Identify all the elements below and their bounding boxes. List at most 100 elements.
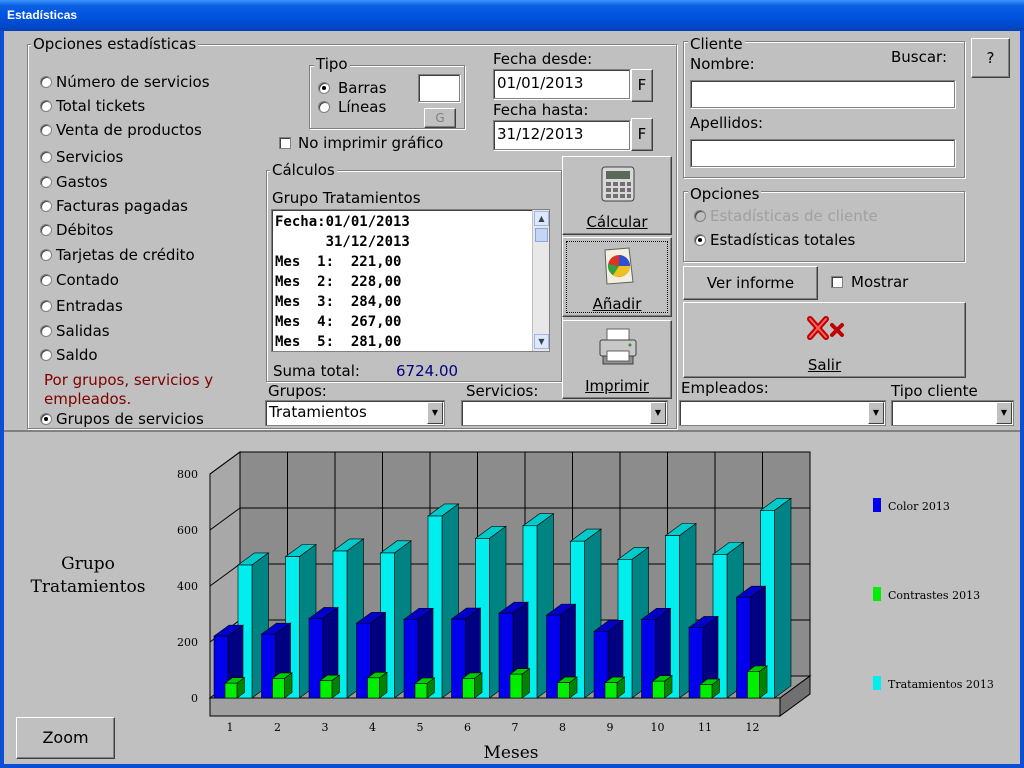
x-axis-label: Meses: [484, 743, 539, 763]
option-item[interactable]: Salidas: [38, 322, 258, 340]
option-radio[interactable]: [40, 200, 52, 212]
chart-base-front: [209, 697, 781, 717]
salir-button[interactable]: Salir: [683, 302, 966, 378]
option-item[interactable]: Número de servicios: [38, 73, 258, 91]
option-radio[interactable]: [40, 100, 52, 112]
calculos-group-title: Grupo Tratamientos: [272, 189, 421, 207]
option-radio[interactable]: [40, 325, 52, 337]
scroll-down-icon[interactable]: ▼: [534, 334, 549, 349]
imprimir-button[interactable]: Imprimir: [562, 320, 672, 399]
option-radio[interactable]: [40, 224, 52, 236]
option-item[interactable]: Tarjetas de crédito: [38, 246, 258, 264]
option-label: Total tickets: [56, 97, 146, 115]
radio-grupos-servicios[interactable]: [40, 413, 52, 425]
option-radio[interactable]: [40, 300, 52, 312]
option-item[interactable]: Saldo: [38, 346, 258, 364]
option-radio[interactable]: [40, 274, 52, 286]
option-item[interactable]: Entradas: [38, 297, 258, 315]
option-item[interactable]: Débitos: [38, 221, 258, 239]
bar: [747, 671, 760, 699]
bar: [557, 682, 570, 699]
calcular-button[interactable]: Cálcular: [562, 156, 672, 235]
x-tick-label: 10: [651, 721, 665, 734]
bar-side: [521, 668, 530, 699]
empleados-select[interactable]: ▼: [679, 400, 886, 426]
legend-swatch: [873, 676, 881, 690]
x-tick-label: 1: [227, 721, 234, 734]
option-item[interactable]: Venta de productos: [38, 121, 258, 139]
option-item[interactable]: Contado: [38, 271, 258, 289]
option-label: Saldo: [56, 346, 98, 364]
option-radio[interactable]: [40, 124, 52, 136]
option-radio[interactable]: [40, 176, 52, 188]
bar: [414, 683, 428, 699]
grupos-dropdown-icon[interactable]: ▼: [427, 402, 443, 424]
y-tick-label: 200: [177, 636, 198, 649]
legend-swatch: [873, 498, 881, 512]
servicios-select[interactable]: ▼: [461, 400, 668, 426]
scroll-thumb[interactable]: [535, 228, 548, 242]
zoom-button[interactable]: Zoom: [16, 717, 115, 759]
bar-side: [774, 497, 792, 699]
y-tick-label: 800: [177, 468, 198, 481]
help-button[interactable]: ?: [971, 38, 1010, 78]
tipo-cliente-select[interactable]: ▼: [891, 400, 1014, 426]
no-print-checkbox[interactable]: [279, 137, 291, 149]
option-radio[interactable]: [40, 76, 52, 88]
y-tick-label: 600: [177, 524, 198, 537]
color-field[interactable]: [418, 74, 460, 102]
window-border-bottom: [0, 764, 1024, 768]
x-tick-label: 9: [607, 721, 614, 734]
date-to-field[interactable]: 31/12/2013: [493, 120, 630, 150]
mostrar-checkbox[interactable]: [831, 276, 843, 288]
memo-line: Mes 5: 281,00: [275, 334, 402, 350]
apellidos-field[interactable]: [690, 139, 955, 167]
mostrar-label: Mostrar: [851, 273, 909, 291]
tipo-cliente-dropdown-icon[interactable]: ▼: [996, 402, 1012, 424]
calculos-memo[interactable]: Fecha:01/01/2013 31/12/2013 Mes 1: 221,00…: [271, 209, 550, 352]
radio-estadisticas-cliente-label: Estadísticas de cliente: [710, 207, 878, 225]
option-item[interactable]: Gastos: [38, 173, 258, 191]
servicios-dropdown-icon[interactable]: ▼: [650, 402, 666, 424]
option-label: Contado: [56, 271, 119, 289]
window-title: Estadísticas: [7, 8, 78, 22]
salir-label: Salir: [807, 356, 842, 374]
y-tick-label: 400: [177, 580, 198, 593]
memo-line: Fecha:01/01/2013: [275, 214, 410, 230]
bar: [272, 678, 285, 699]
legend-swatch: [873, 587, 881, 601]
option-radio[interactable]: [40, 151, 52, 163]
anadir-button[interactable]: Añadir: [562, 237, 672, 317]
option-label: Número de servicios: [56, 73, 210, 91]
date-to-picker-button[interactable]: F: [631, 118, 653, 151]
servicios-label: Servicios:: [466, 382, 539, 400]
option-radio[interactable]: [40, 249, 52, 261]
option-grupos-servicios[interactable]: Grupos de servicios: [38, 410, 238, 428]
date-from-field[interactable]: 01/01/2013: [493, 69, 630, 99]
radio-estadisticas-totales[interactable]: [694, 234, 706, 246]
exit-x-icon: [807, 316, 844, 340]
option-label: Gastos: [56, 173, 108, 191]
date-from-picker-button[interactable]: F: [631, 69, 653, 102]
ver-informe-button[interactable]: Ver informe: [683, 266, 818, 300]
radio-barras[interactable]: [318, 82, 330, 94]
grupos-select[interactable]: Tratamientos ▼: [265, 400, 445, 426]
x-tick-label: 2: [274, 721, 281, 734]
radio-lineas[interactable]: [318, 101, 330, 113]
g-button[interactable]: G: [424, 108, 456, 128]
nombre-field[interactable]: [690, 80, 955, 108]
option-radio[interactable]: [40, 349, 52, 361]
memo-line: Mes 4: 267,00: [275, 314, 402, 330]
tipo-cliente-label: Tipo cliente: [891, 382, 978, 400]
option-item[interactable]: Servicios: [38, 148, 258, 166]
scroll-up-icon[interactable]: ▲: [534, 211, 549, 226]
radio-estadisticas-cliente[interactable]: [694, 210, 706, 222]
memo-line: 31/12/2013: [275, 234, 410, 250]
legend-label: Tratamientos 2013: [888, 678, 994, 691]
option-item[interactable]: Total tickets: [38, 97, 258, 115]
empleados-label: Empleados:: [681, 379, 769, 397]
date-to-label: Fecha hasta:: [493, 101, 589, 119]
empleados-dropdown-icon[interactable]: ▼: [868, 402, 884, 424]
option-item[interactable]: Facturas pagadas: [38, 197, 258, 215]
memo-scrollbar[interactable]: ▲ ▼: [532, 210, 549, 351]
